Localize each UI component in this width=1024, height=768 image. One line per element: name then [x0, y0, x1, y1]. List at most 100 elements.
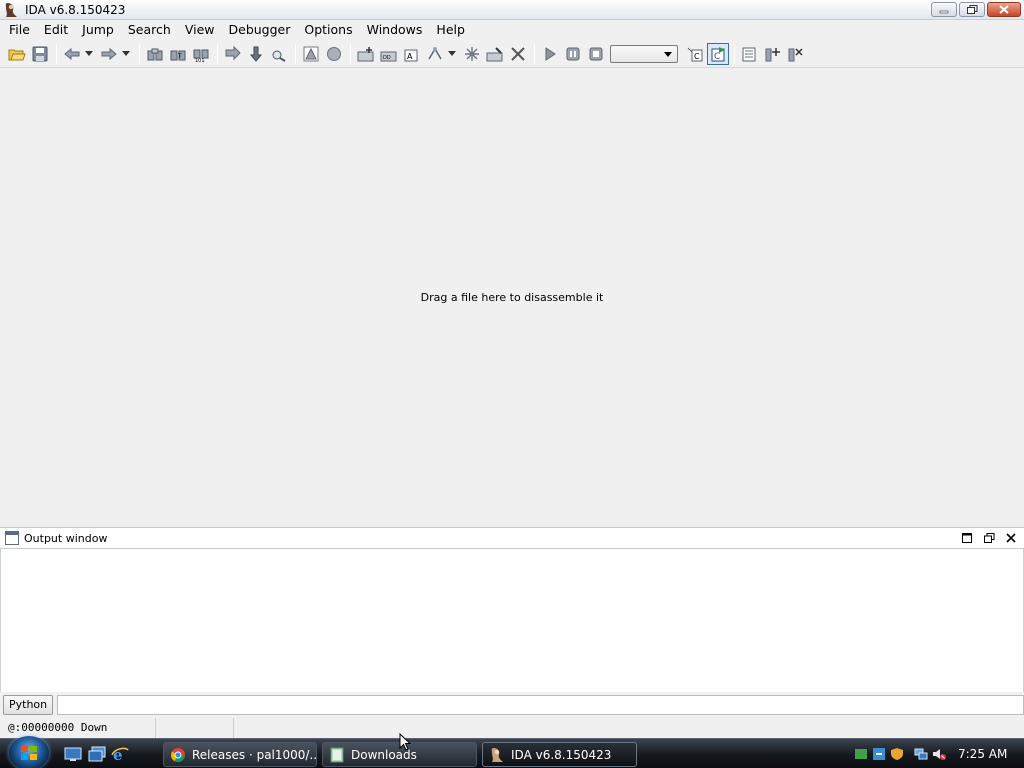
node-button[interactable] — [323, 43, 345, 65]
status-address: @:00000000 — [8, 721, 75, 734]
toolbar-separator — [295, 43, 296, 64]
list-button[interactable] — [739, 43, 761, 65]
data-button[interactable]: DD — [378, 43, 400, 65]
forward-button[interactable] — [98, 43, 120, 65]
chevron-down-icon — [448, 51, 456, 56]
arrow-down-icon — [250, 46, 262, 62]
tray-app-icon[interactable] — [854, 747, 868, 761]
output-window-body[interactable] — [0, 549, 1024, 692]
menu-view[interactable]: View — [178, 20, 222, 40]
svg-text:C: C — [694, 52, 700, 61]
forward-dropdown[interactable] — [121, 43, 131, 65]
graph-button[interactable] — [300, 43, 322, 65]
drop-hint-text: Drag a file here to disassemble it — [420, 291, 604, 304]
taskbar-item-chrome[interactable]: Releases · pal1000/... — [163, 742, 317, 767]
pause-button[interactable] — [562, 43, 584, 65]
svg-text:C: C — [714, 52, 720, 62]
clock[interactable]: 7:25 AM — [958, 747, 1007, 761]
play-icon — [545, 46, 556, 61]
taskbar-item-ida[interactable]: IDA v6.8.150423 — [482, 742, 637, 767]
undefine-button[interactable] — [507, 43, 529, 65]
struct-icon — [428, 46, 442, 59]
menu-search[interactable]: Search — [121, 20, 178, 40]
menu-edit[interactable]: Edit — [37, 20, 75, 40]
xref-icon — [465, 46, 479, 61]
tray-sync-icon[interactable] — [872, 747, 886, 761]
ida-icon — [491, 747, 503, 762]
create-function-button[interactable] — [355, 43, 377, 65]
switch-windows-icon[interactable] — [88, 746, 106, 762]
pause-icon — [566, 47, 580, 60]
jump-arrow-icon — [225, 45, 241, 60]
svg-text:101: 101 — [195, 58, 205, 62]
status-direction: Down — [80, 721, 108, 734]
xref-button[interactable] — [461, 43, 483, 65]
struct-dropdown[interactable] — [447, 43, 457, 65]
close-button[interactable] — [987, 2, 1021, 17]
status-bar: @:00000000 Down — [0, 718, 1024, 738]
menu-windows[interactable]: Windows — [360, 20, 430, 40]
network-icon[interactable] — [914, 747, 928, 761]
triangle-icon — [303, 46, 319, 61]
volume-muted-icon[interactable] — [932, 747, 946, 761]
minimize-icon — [939, 10, 949, 13]
security-shield-icon[interactable] — [890, 747, 904, 761]
find-button[interactable] — [268, 43, 290, 65]
code-plus-icon — [357, 46, 374, 61]
tree-remove-button[interactable] — [785, 43, 807, 65]
output-float-button[interactable] — [982, 531, 996, 545]
title-bar: IDA v6.8.150423 — [0, 0, 1024, 20]
show-desktop-icon[interactable] — [64, 746, 82, 762]
menu-debugger[interactable]: Debugger — [222, 20, 298, 40]
stop-icon — [589, 47, 603, 60]
start-button[interactable] — [9, 736, 49, 768]
patch-button[interactable] — [484, 43, 506, 65]
binoculars-text-icon: T — [170, 50, 186, 60]
jump-button[interactable] — [222, 43, 244, 65]
run-button[interactable] — [539, 43, 561, 65]
internet-explorer-icon[interactable]: e — [111, 746, 129, 764]
command-input[interactable] — [57, 695, 1024, 715]
disassembly-area[interactable]: Drag a file here to disassemble it — [0, 69, 1024, 527]
menu-jump[interactable]: Jump — [75, 20, 121, 40]
back-dropdown[interactable] — [84, 43, 94, 65]
save-button[interactable] — [29, 43, 51, 65]
python-language-button[interactable]: Python — [3, 695, 54, 715]
c-run-icon: C — [711, 46, 725, 62]
output-close-button[interactable] — [1004, 531, 1018, 545]
search-text-next-button[interactable]: T — [167, 43, 189, 65]
debugger-select[interactable] — [610, 44, 678, 63]
tree-add-button[interactable] — [762, 43, 784, 65]
string-button[interactable]: A — [401, 43, 423, 65]
menu-file[interactable]: File — [2, 20, 37, 40]
patch-icon — [486, 46, 503, 61]
magnifier-icon — [272, 50, 286, 62]
tree-x-icon — [788, 47, 803, 61]
back-button[interactable] — [61, 43, 83, 65]
folder-icon — [330, 747, 344, 762]
status-segment-empty — [156, 718, 234, 738]
restore-button[interactable] — [959, 2, 985, 17]
window-title: IDA v6.8.150423 — [25, 2, 126, 17]
ida-app-icon[interactable] — [3, 2, 19, 18]
c-run-button[interactable]: C — [707, 42, 729, 65]
search-binary-button[interactable]: 101 — [190, 43, 212, 65]
output-maximize-button[interactable] — [960, 531, 974, 545]
menu-options[interactable]: Options — [297, 20, 359, 40]
chevron-down-icon — [122, 51, 130, 56]
stop-button[interactable] — [585, 43, 607, 65]
restore-icon — [983, 533, 994, 543]
search-text-button[interactable] — [144, 43, 166, 65]
chevron-down-icon — [85, 51, 93, 56]
maximize-icon — [962, 533, 972, 543]
menu-help[interactable]: Help — [429, 20, 472, 40]
system-tray: 7:25 AM — [854, 739, 1024, 768]
minimize-button[interactable] — [931, 2, 957, 17]
arrow-right-icon — [101, 47, 117, 60]
open-file-button[interactable] — [6, 43, 28, 65]
c-source-button[interactable]: C — [684, 43, 706, 65]
struct-button[interactable] — [424, 43, 446, 65]
down-button[interactable] — [245, 43, 267, 65]
taskbar: e Releases · pal1000/... Downloads IDA v… — [0, 736, 1024, 768]
command-row: Python — [0, 693, 1024, 717]
